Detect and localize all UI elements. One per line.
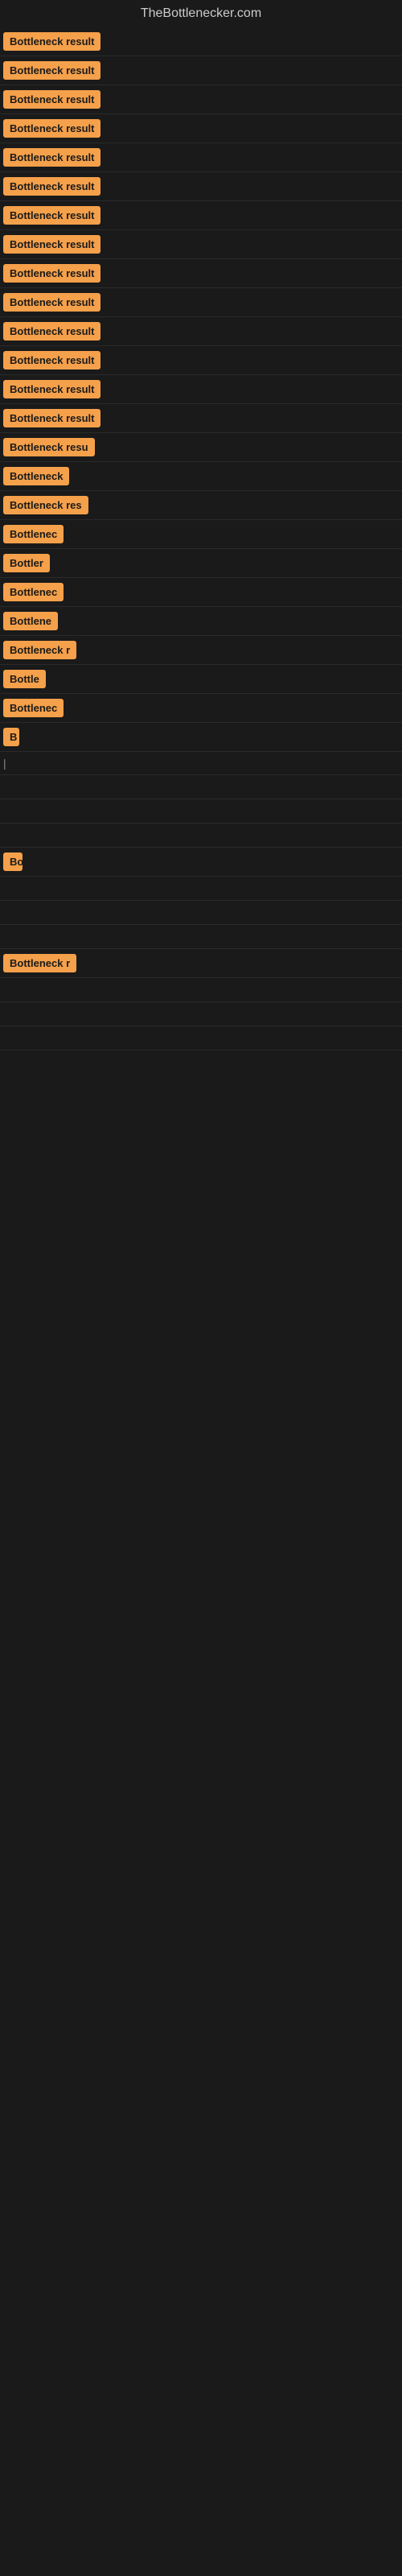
list-item: Bottleneck result [0,288,402,317]
bottleneck-badge[interactable]: Bottlenec [3,525,64,543]
list-item [0,799,402,824]
bottleneck-badge[interactable]: Bottleneck r [3,641,76,659]
list-item [0,901,402,925]
list-item: Bottle [0,665,402,694]
list-item [0,978,402,1002]
list-item [0,1002,402,1026]
bottleneck-badge[interactable]: Bottleneck result [3,119,100,138]
items-container: Bottleneck result Bottleneck result Bottle… [0,24,402,1051]
bottleneck-badge[interactable]: Bottleneck result [3,264,100,283]
list-item: Bottleneck result [0,143,402,172]
list-item [0,877,402,901]
list-item: Bottler [0,549,402,578]
list-item: Bottleneck result [0,317,402,346]
bottleneck-badge[interactable]: Bottlenec [3,583,64,601]
list-item: Bottlenec [0,694,402,723]
list-item: Bottleneck res [0,491,402,520]
list-item [0,925,402,949]
bottleneck-badge[interactable]: Bottleneck result [3,206,100,225]
list-item: B [0,723,402,752]
list-item: Bottleneck resu [0,433,402,462]
list-item: Bottlene [0,607,402,636]
bottleneck-badge[interactable]: Bottleneck result [3,351,100,369]
list-item: Bottleneck r [0,636,402,665]
list-item [0,775,402,799]
bottleneck-badge[interactable]: Bottleneck [3,467,69,485]
list-item: Bottleneck result [0,27,402,56]
bottleneck-badge[interactable]: Bottleneck result [3,293,100,312]
bottleneck-badge[interactable]: Bottler [3,554,50,572]
list-item: Bottleneck result [0,230,402,259]
list-item: | [0,752,402,775]
bottleneck-badge[interactable]: Bottleneck result [3,409,100,427]
list-item: Bottleneck result [0,259,402,288]
bottleneck-badge[interactable]: Bottleneck res [3,496,88,514]
list-item: Bottleneck result [0,114,402,143]
list-item: Bottleneck result [0,85,402,114]
list-item [0,824,402,848]
bottleneck-badge[interactable]: Bottleneck result [3,235,100,254]
list-item: Bottleneck [0,462,402,491]
bottleneck-badge[interactable]: B [3,728,19,746]
bottleneck-badge[interactable]: Bottleneck r [3,954,76,972]
bottleneck-badge[interactable]: Bottleneck resu [3,438,95,456]
site-title: TheBottlenecker.com [0,0,402,24]
bottleneck-badge[interactable]: Bottleneck result [3,322,100,341]
bottleneck-badge[interactable]: Bo [3,852,23,871]
list-item: Bottleneck result [0,346,402,375]
list-item: Bottlenec [0,578,402,607]
bottleneck-badge[interactable]: Bottlene [3,612,58,630]
bottleneck-badge[interactable]: Bottle [3,670,46,688]
bottleneck-badge[interactable]: Bottleneck result [3,148,100,167]
list-item: Bottleneck result [0,201,402,230]
bottleneck-badge[interactable]: Bottlenec [3,699,64,717]
separator-bar: | [3,757,6,770]
bottleneck-badge[interactable]: Bottleneck result [3,90,100,109]
site-title-text: TheBottlenecker.com [141,6,261,20]
list-item: Bottleneck result [0,172,402,201]
list-item [0,1026,402,1051]
bottleneck-badge[interactable]: Bottleneck result [3,32,100,51]
bottleneck-badge[interactable]: Bottleneck result [3,380,100,398]
list-item: Bottleneck result [0,56,402,85]
list-item: Bottleneck result [0,375,402,404]
bottleneck-badge[interactable]: Bottleneck result [3,177,100,196]
list-item: Bottlenec [0,520,402,549]
bottleneck-badge[interactable]: Bottleneck result [3,61,100,80]
list-item: Bottleneck r [0,949,402,978]
list-item: Bottleneck result [0,404,402,433]
list-item: Bo [0,848,402,877]
